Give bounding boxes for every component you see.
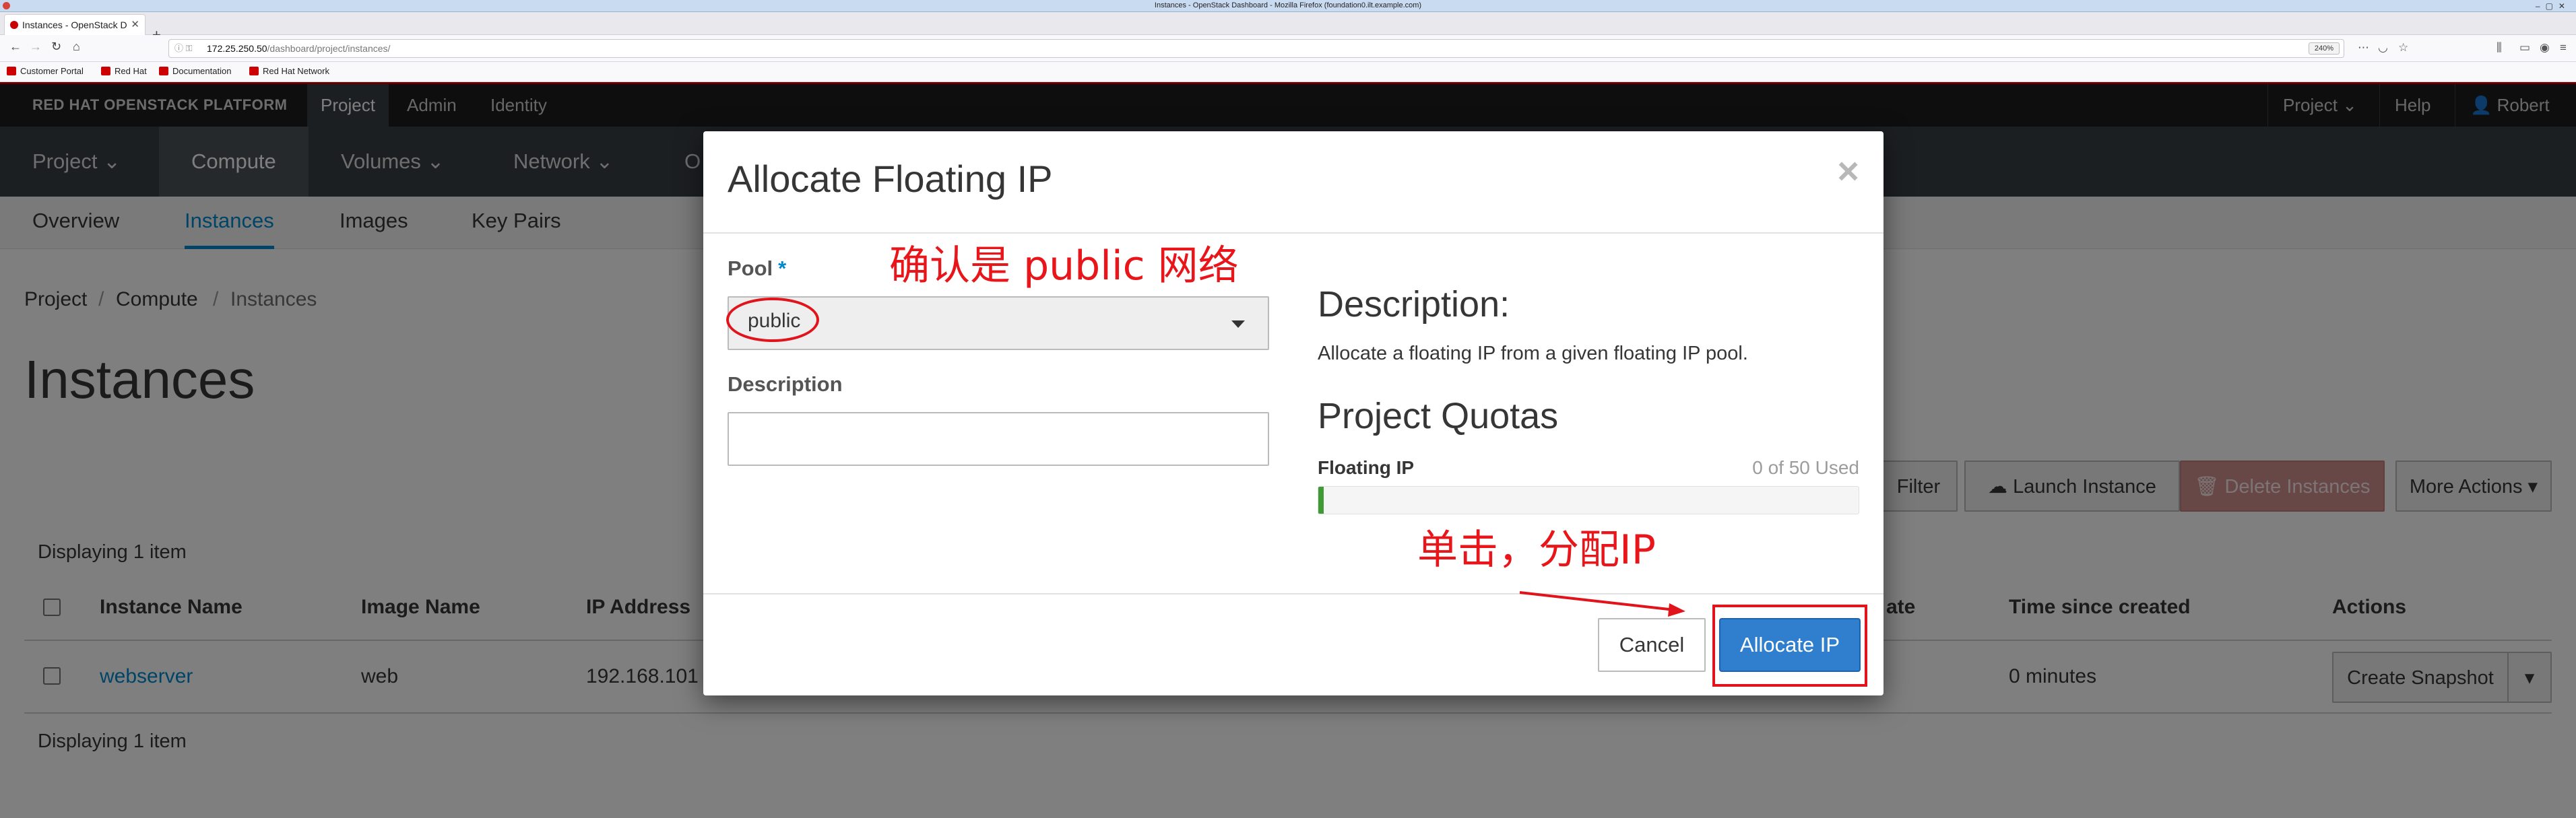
annotation-arrow	[1519, 591, 1685, 617]
